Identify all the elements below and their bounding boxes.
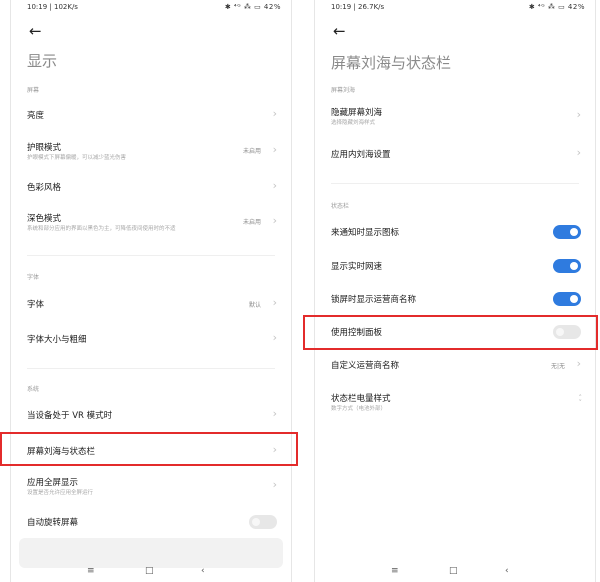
row-subtitle: 护眼模式下屏幕偏暖，可以减少蓝光伤害	[27, 155, 127, 161]
row-dark-mode[interactable]: 深色模式 系统和部分应用的界面以黑色为主，可降低夜间使用时的不适 未启用 ›	[11, 207, 291, 237]
row-label: 来通知时显示图标	[331, 228, 400, 238]
nav-bar: ≡ □ ‹	[315, 564, 595, 582]
toggle-knob	[570, 262, 578, 270]
chevron-right-icon: ›	[576, 146, 581, 159]
back-nav-icon[interactable]: ‹	[201, 566, 205, 576]
row-label: 锁屏时显示运营商名称	[331, 295, 417, 305]
nav-bar: ≡ □ ‹	[11, 564, 291, 582]
menu-nav-icon[interactable]: ≡	[391, 566, 399, 576]
row-brightness[interactable]: 亮度 ›	[11, 100, 291, 130]
net-speed-toggle[interactable]	[553, 259, 581, 273]
carrier-lock-toggle[interactable]	[553, 292, 581, 306]
updown-chevron-icon: ˄ ˅	[578, 394, 583, 407]
row-net-speed[interactable]: 显示实时网速	[315, 251, 595, 281]
back-arrow-icon[interactable]: ←	[333, 22, 346, 40]
toggle-knob	[570, 295, 578, 303]
row-label: 护眼模式	[27, 143, 62, 153]
section-header-font: 字体	[27, 274, 40, 281]
status-bar: 10:19 | 102K/s ✱ ⁴ᴳ ⁂ ▭ 42%	[27, 3, 281, 11]
divider	[27, 368, 275, 369]
page-title: 屏幕刘海与状态栏	[331, 54, 452, 72]
row-value: 无|无	[550, 363, 565, 370]
row-label: 隐藏屏幕刘海	[331, 108, 383, 118]
row-label: 状态栏电量样式	[331, 394, 391, 404]
row-label: 亮度	[27, 111, 45, 121]
row-label: 应用内刘海设置	[331, 150, 391, 160]
notify-icon-toggle[interactable]	[553, 225, 581, 239]
toggle-knob	[252, 518, 260, 526]
divider	[331, 183, 579, 184]
chevron-right-icon: ›	[272, 107, 277, 120]
section-header-screen: 屏幕	[27, 87, 40, 94]
chevron-right-icon: ›	[272, 214, 277, 227]
row-subtitle: 数字方式（电池外部）	[331, 406, 387, 412]
status-time: 10:19	[331, 3, 352, 11]
row-app-notch[interactable]: 应用内刘海设置 ›	[315, 139, 595, 169]
status-bar: 10:19 | 26.7K/s ✱ ⁴ᴳ ⁂ ▭ 42%	[331, 3, 585, 11]
chevron-right-icon: ›	[576, 357, 581, 370]
row-notify-icon[interactable]: 来通知时显示图标	[315, 217, 595, 247]
row-fullscreen[interactable]: 应用全屏显示 设置是否允许应用全屏运行 ›	[11, 471, 291, 501]
auto-rotate-toggle[interactable]	[249, 515, 277, 529]
row-subtitle: 系统和部分应用的界面以黑色为主，可降低夜间使用时的不适	[27, 226, 176, 232]
highlight-box-control-panel-row	[303, 315, 598, 350]
row-label: 当设备处于 VR 模式时	[27, 411, 113, 421]
row-value: 未启用	[242, 148, 261, 155]
divider	[27, 255, 275, 256]
row-label: 字体	[27, 300, 45, 310]
row-carrier-lock[interactable]: 锁屏时显示运营商名称	[315, 284, 595, 314]
row-custom-carrier[interactable]: 自定义运营商名称 无|无 ›	[315, 350, 595, 380]
back-nav-icon[interactable]: ‹	[505, 566, 509, 576]
page-title: 显示	[27, 52, 58, 70]
row-label: 字体大小与粗细	[27, 335, 87, 345]
status-speed: 102K/s	[54, 3, 78, 11]
section-header-statusbar: 状态栏	[331, 203, 350, 210]
highlight-box-notch-row	[0, 432, 298, 466]
row-vr-mode[interactable]: 当设备处于 VR 模式时 ›	[11, 400, 291, 430]
row-auto-rotate[interactable]: 自动旋转屏幕	[11, 507, 291, 537]
row-font[interactable]: 字体 默认 ›	[11, 289, 291, 319]
chevron-right-icon: ›	[272, 179, 277, 192]
row-color-style[interactable]: 色彩风格 ›	[11, 172, 291, 202]
row-font-size[interactable]: 字体大小与粗细 ›	[11, 324, 291, 354]
home-nav-icon[interactable]: □	[145, 566, 154, 576]
home-nav-icon[interactable]: □	[449, 566, 458, 576]
row-battery-style[interactable]: 状态栏电量样式 数字方式（电池外部） ˄ ˅	[315, 387, 595, 417]
section-header-system: 系统	[27, 386, 40, 393]
back-arrow-icon[interactable]: ←	[29, 22, 42, 40]
status-time: 10:19	[27, 3, 48, 11]
row-hide-notch[interactable]: 隐藏屏幕刘海 选择隐藏刘海样式 ›	[315, 101, 595, 131]
row-label: 色彩风格	[27, 183, 62, 193]
chevron-right-icon: ›	[272, 478, 277, 491]
chevron-right-icon: ›	[576, 108, 581, 121]
chevron-right-icon: ›	[272, 407, 277, 420]
row-subtitle: 设置是否允许应用全屏运行	[27, 490, 94, 496]
row-label: 应用全屏显示	[27, 478, 79, 488]
chevron-right-icon: ›	[272, 143, 277, 156]
row-eye-mode[interactable]: 护眼模式 护眼模式下屏幕偏暖，可以减少蓝光伤害 未启用 ›	[11, 136, 291, 166]
row-label: 自定义运营商名称	[331, 361, 400, 371]
row-value: 未启用	[242, 219, 261, 226]
status-icons: ✱ ⁴ᴳ ⁂ ▭ 42%	[528, 3, 585, 11]
toggle-knob	[570, 228, 578, 236]
row-subtitle: 选择隐藏刘海样式	[331, 120, 376, 126]
row-label: 自动旋转屏幕	[27, 518, 79, 528]
menu-nav-icon[interactable]: ≡	[87, 566, 95, 576]
row-label: 显示实时网速	[331, 262, 383, 272]
row-value: 默认	[248, 302, 261, 309]
display-settings-screen: 10:19 | 102K/s ✱ ⁴ᴳ ⁂ ▭ 42% ← 显示 屏幕 亮度 ›…	[10, 0, 292, 582]
status-icons: ✱ ⁴ᴳ ⁂ ▭ 42%	[224, 3, 281, 11]
section-header-notch: 屏幕刘海	[331, 87, 356, 94]
chevron-right-icon: ›	[272, 296, 277, 309]
chevron-right-icon: ›	[272, 331, 277, 344]
status-speed: 26.7K/s	[358, 3, 385, 11]
notch-status-bar-screen: 10:19 | 26.7K/s ✱ ⁴ᴳ ⁂ ▭ 42% ← 屏幕刘海与状态栏 …	[314, 0, 596, 582]
row-label: 深色模式	[27, 214, 62, 224]
